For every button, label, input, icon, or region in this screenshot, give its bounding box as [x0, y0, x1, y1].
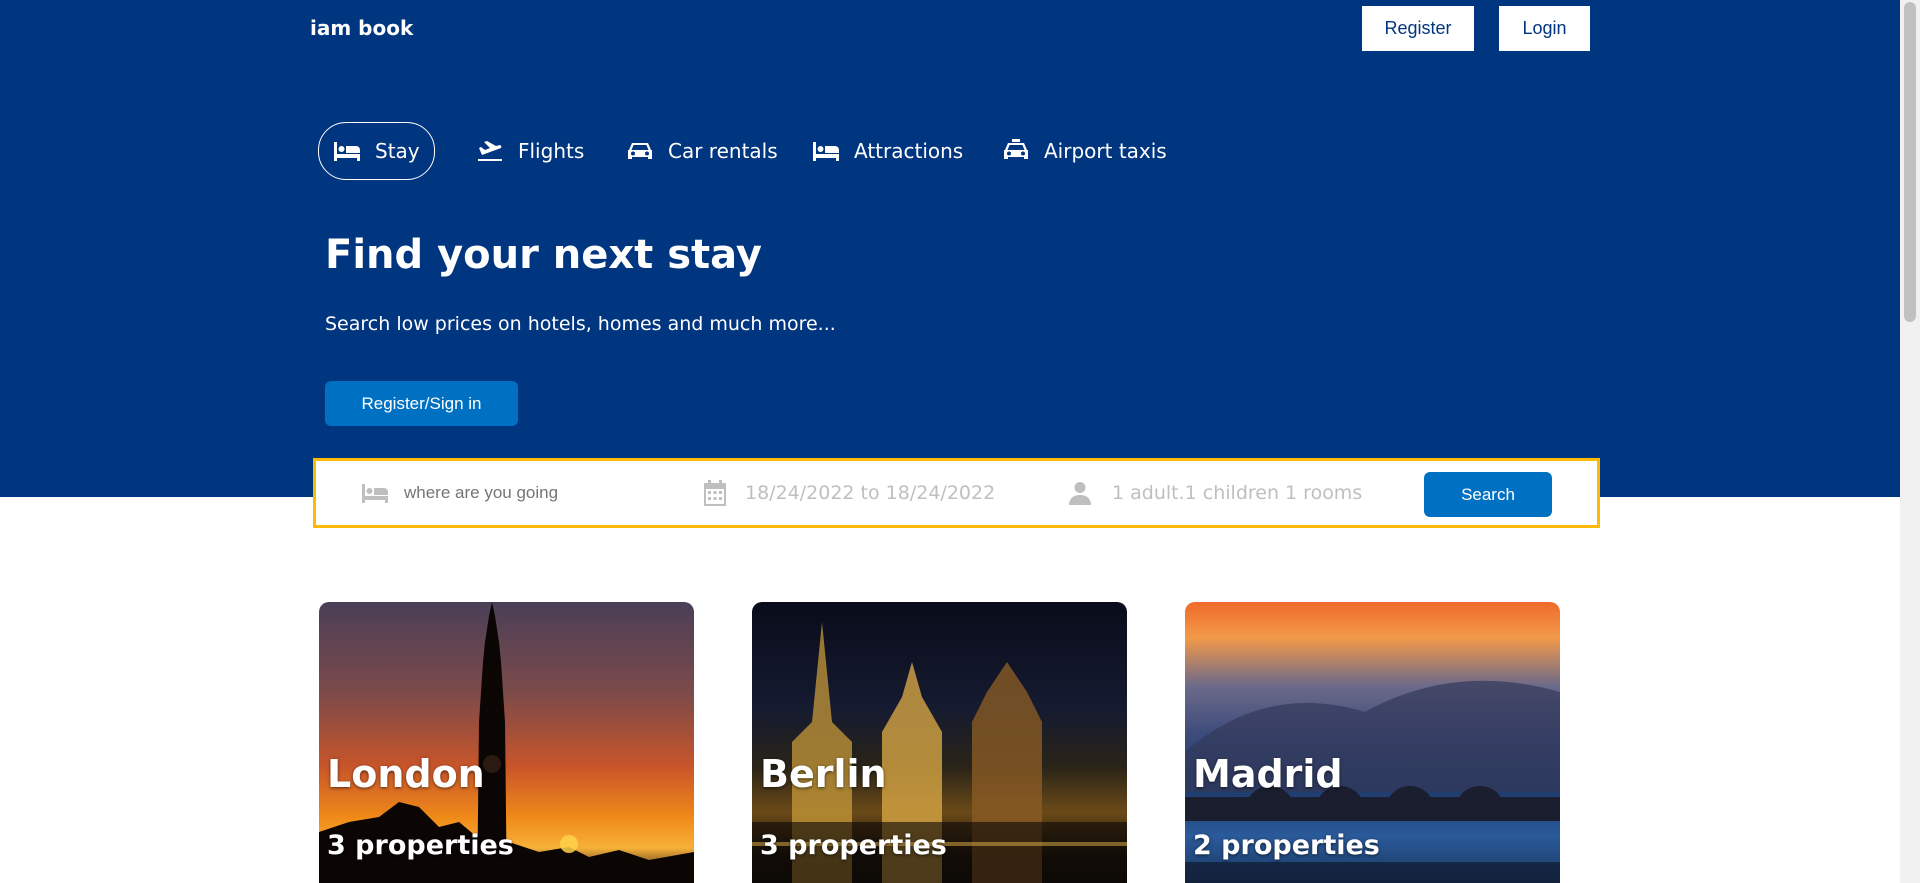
city-card-berlin[interactable]: Berlin 3 properties	[752, 602, 1127, 883]
nav-item-attractions[interactable]: Attractions	[812, 122, 963, 180]
destination-input[interactable]	[404, 483, 654, 503]
nav-item-label: Attractions	[854, 139, 964, 163]
hero-banner: iam book Register Login Stay Flights Car…	[0, 0, 1900, 497]
plane-icon	[478, 141, 502, 161]
calendar-icon	[704, 480, 726, 506]
guests-field[interactable]: 1 adult.1 children 1 rooms	[1068, 461, 1362, 525]
city-name: Madrid	[1193, 752, 1343, 796]
city-properties-count: 3 properties	[327, 830, 514, 861]
city-name: Berlin	[760, 752, 887, 796]
date-range-text: 18/24/2022 to 18/24/2022	[745, 482, 996, 504]
bed-icon	[334, 142, 360, 161]
brand-logo[interactable]: iam book	[310, 16, 413, 40]
page-title: Find your next stay	[325, 232, 762, 278]
login-button[interactable]: Login	[1499, 6, 1590, 51]
bed-icon	[362, 484, 388, 503]
car-icon	[628, 143, 652, 159]
nav-item-label: Flights	[518, 139, 585, 163]
page-scrollbar[interactable]	[1900, 0, 1920, 883]
register-signin-button[interactable]: Register/Sign in	[325, 381, 518, 426]
city-properties-count: 2 properties	[1193, 830, 1380, 861]
nav-item-label: Stay	[375, 139, 420, 163]
nav-item-stay[interactable]: Stay	[318, 122, 435, 180]
person-icon	[1069, 482, 1091, 505]
city-card-london[interactable]: London 3 properties	[319, 602, 694, 883]
nav-item-label: Airport taxis	[1044, 139, 1167, 163]
nav-item-car-rentals[interactable]: Car rentals	[626, 122, 778, 180]
destination-field[interactable]	[360, 461, 654, 525]
search-bar: 18/24/2022 to 18/24/2022 1 adult.1 child…	[313, 458, 1600, 528]
search-button[interactable]: Search	[1424, 472, 1552, 517]
scrollbar-thumb[interactable]	[1904, 2, 1916, 322]
nav-item-airport-taxis[interactable]: Airport taxis	[1002, 122, 1167, 180]
taxi-icon	[1004, 139, 1028, 159]
nav-item-label: Car rentals	[668, 139, 778, 163]
nav-item-flights[interactable]: Flights	[476, 122, 584, 180]
city-name: London	[327, 752, 485, 796]
city-properties-count: 3 properties	[760, 830, 947, 861]
page-subtitle: Search low prices on hotels, homes and m…	[325, 313, 836, 335]
city-card-madrid[interactable]: Madrid 2 properties	[1185, 602, 1560, 883]
register-button[interactable]: Register	[1362, 6, 1474, 51]
date-field[interactable]: 18/24/2022 to 18/24/2022	[703, 461, 995, 525]
bed-icon	[813, 142, 839, 161]
guests-text: 1 adult.1 children 1 rooms	[1112, 482, 1363, 504]
